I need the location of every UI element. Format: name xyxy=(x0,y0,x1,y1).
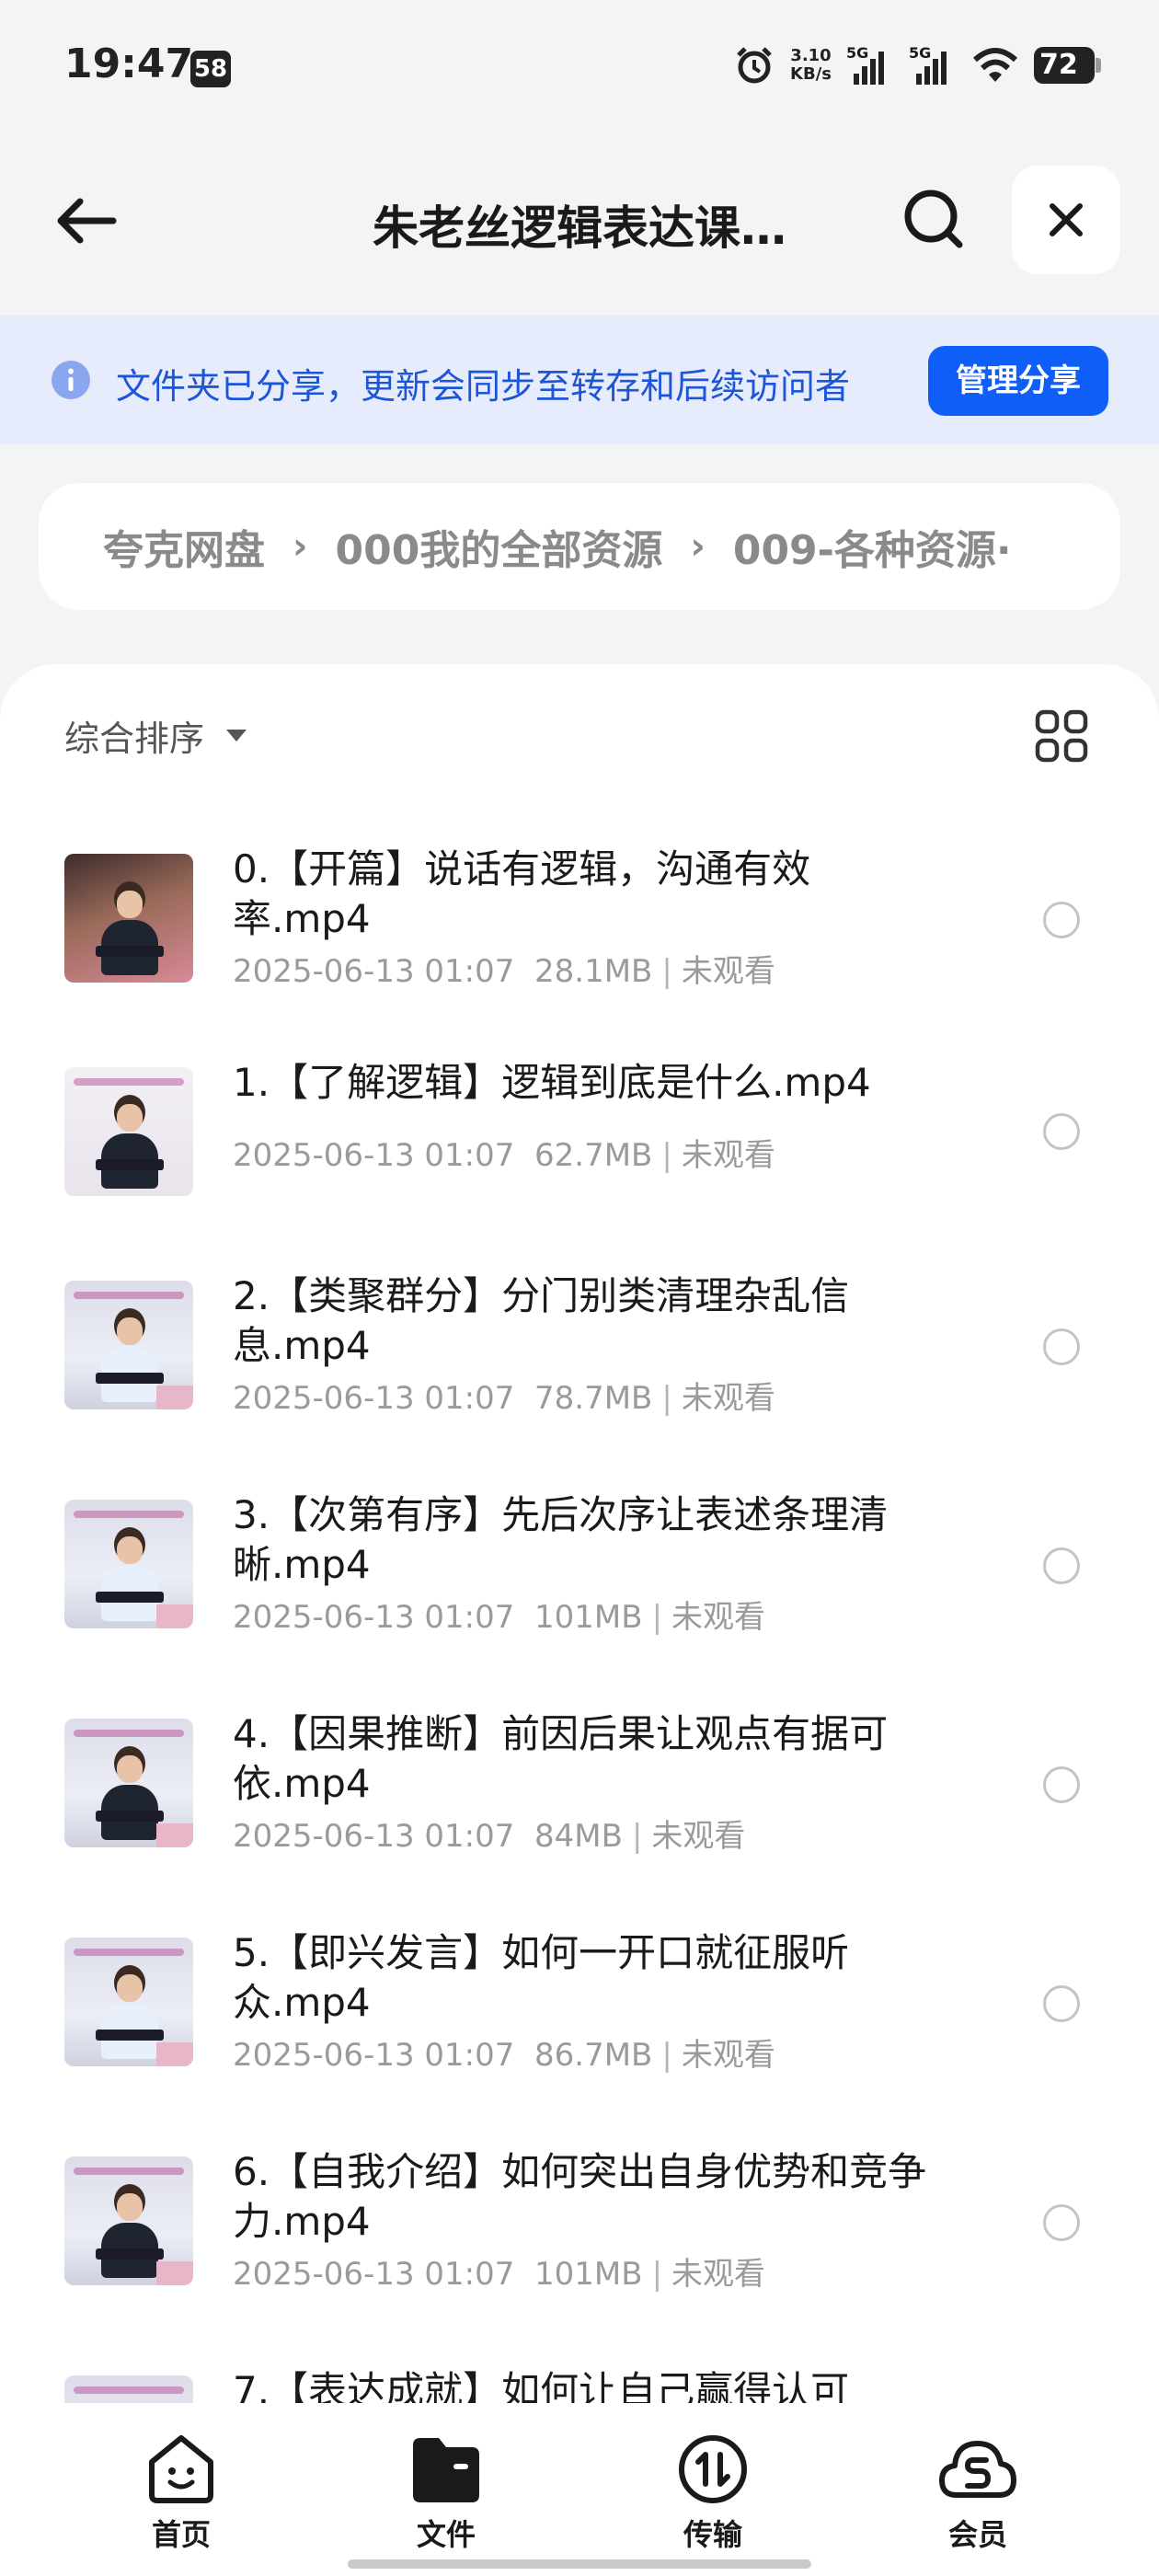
home-indicator[interactable] xyxy=(348,2559,811,2569)
manage-share-button[interactable]: 管理分享 xyxy=(928,346,1108,416)
file-name: 0.【开篇】说话有逻辑，沟通有效率.mp4 xyxy=(233,846,811,941)
chevron-right-icon: › xyxy=(293,525,308,568)
file-row[interactable]: 6.【自我介绍】如何突出自身优势和竞争力.mp4 2025-06-13 01:0… xyxy=(0,2147,1159,2331)
search-button[interactable] xyxy=(897,182,970,256)
breadcrumb-item-current[interactable]: 009-各种资源· xyxy=(733,517,1012,576)
sort-dropdown[interactable]: 综合排序 xyxy=(64,710,247,761)
transfer-icon xyxy=(679,2435,747,2503)
notification-count-badge: 58 xyxy=(190,51,231,87)
video-thumbnail xyxy=(64,1500,193,1628)
navigation-bar: 朱老丝逻辑表达课… xyxy=(0,156,1159,276)
tab-membership[interactable]: 会员 xyxy=(913,2431,1042,2552)
battery-indicator: 72 xyxy=(1034,47,1101,84)
file-row[interactable]: 5.【即兴发言】如何一开口就征服听众.mp4 2025-06-13 01:07 … xyxy=(0,1928,1159,2112)
video-thumbnail xyxy=(64,2156,193,2285)
wifi-icon xyxy=(972,48,1018,82)
bottom-tab-bar: 首页 文件 传输 会员 xyxy=(0,2403,1159,2576)
caret-down-icon xyxy=(226,730,247,742)
signal-5g-icon-2: 5G xyxy=(909,44,957,85)
select-checkbox[interactable] xyxy=(1043,1766,1080,1803)
signal-5g-icon-1: 5G xyxy=(846,44,894,85)
video-thumbnail xyxy=(64,1938,193,2066)
file-name: 3.【次第有序】先后次序让表述条理清晰.mp4 xyxy=(233,1492,889,1587)
share-notice-text: 文件夹已分享，更新会同步至转存和后续访问者 xyxy=(116,366,851,407)
video-thumbnail xyxy=(64,1067,193,1196)
tab-home[interactable]: 首页 xyxy=(117,2431,246,2552)
file-meta: 2025-06-13 01:07 78.7MB | 未观看 xyxy=(233,1380,775,1417)
share-notice-banner: 文件夹已分享，更新会同步至转存和后续访问者 管理分享 xyxy=(0,316,1159,444)
select-checkbox[interactable] xyxy=(1043,902,1080,938)
file-row[interactable]: 3.【次第有序】先后次序让表述条理清晰.mp4 2025-06-13 01:07… xyxy=(0,1490,1159,1674)
select-checkbox[interactable] xyxy=(1043,1113,1080,1150)
breadcrumb: 夸克网盘 › 000我的全部资源 › 009-各种资源· xyxy=(39,483,1120,610)
search-icon xyxy=(904,190,963,248)
file-name: 4.【因果推断】前因后果让观点有据可依.mp4 xyxy=(233,1711,889,1806)
tab-home-label: 首页 xyxy=(151,2517,211,2552)
grid-view-icon[interactable] xyxy=(1034,708,1089,764)
video-thumbnail xyxy=(64,1719,193,1847)
tab-files-label: 文件 xyxy=(416,2517,476,2552)
video-thumbnail xyxy=(64,1281,193,1409)
close-button[interactable] xyxy=(1012,166,1120,274)
cloud-membership-icon xyxy=(939,2441,1016,2498)
file-name: 1.【了解逻辑】逻辑到底是什么.mp4 xyxy=(233,1060,871,1105)
video-thumbnail xyxy=(64,854,193,983)
file-meta: 2025-06-13 01:07 28.1MB | 未观看 xyxy=(233,953,775,990)
file-row[interactable]: 4.【因果推断】前因后果让观点有据可依.mp4 2025-06-13 01:07… xyxy=(0,1709,1159,1893)
file-row[interactable]: 0.【开篇】说话有逻辑，沟通有效率.mp4 2025-06-13 01:07 2… xyxy=(0,845,1159,1029)
tab-transfer[interactable]: 传输 xyxy=(648,2431,777,2552)
file-row[interactable]: 2.【类聚群分】分门别类清理杂乱信息.mp4 2025-06-13 01:07 … xyxy=(0,1271,1159,1455)
file-list-panel: 综合排序 0.【开篇】说话有逻辑，沟通有效率.mp4 2025-06-13 01… xyxy=(0,664,1159,2412)
tab-transfer-label: 传输 xyxy=(683,2517,742,2552)
breadcrumb-item-all-resources[interactable]: 000我的全部资源 xyxy=(335,517,662,576)
close-icon xyxy=(1050,203,1083,236)
breadcrumb-item-root[interactable]: 夸克网盘 xyxy=(103,517,265,576)
select-checkbox[interactable] xyxy=(1043,1547,1080,1584)
tab-files[interactable]: 文件 xyxy=(382,2431,511,2552)
file-meta: 2025-06-13 01:07 86.7MB | 未观看 xyxy=(233,2037,775,2074)
folder-icon xyxy=(413,2438,479,2502)
file-meta: 2025-06-13 01:07 101MB | 未观看 xyxy=(233,2256,766,2293)
select-checkbox[interactable] xyxy=(1043,1985,1080,2022)
tab-membership-label: 会员 xyxy=(947,2517,1007,2552)
chevron-right-icon: › xyxy=(690,525,706,568)
file-name: 2.【类聚群分】分门别类清理杂乱信息.mp4 xyxy=(233,1273,850,1368)
sort-label: 综合排序 xyxy=(64,719,205,759)
file-row[interactable]: 1.【了解逻辑】逻辑到底是什么.mp4 2025-06-13 01:07 62.… xyxy=(0,1058,1159,1242)
file-meta: 2025-06-13 01:07 84MB | 未观看 xyxy=(233,1818,746,1855)
network-speed: 3.10 KB/s xyxy=(790,46,832,84)
file-meta: 2025-06-13 01:07 62.7MB | 未观看 xyxy=(233,1137,775,1174)
select-checkbox[interactable] xyxy=(1043,1328,1080,1365)
info-icon xyxy=(52,361,90,399)
alarm-icon xyxy=(737,47,772,84)
file-name: 5.【即兴发言】如何一开口就征服听众.mp4 xyxy=(233,1930,850,2025)
select-checkbox[interactable] xyxy=(1043,2204,1080,2241)
status-time: 19:47 xyxy=(64,40,194,87)
file-meta: 2025-06-13 01:07 101MB | 未观看 xyxy=(233,1599,766,1636)
status-icons: 3.10 KB/s 5G 5G 72 xyxy=(733,44,1101,86)
file-name: 6.【自我介绍】如何突出自身优势和竞争力.mp4 xyxy=(233,2149,927,2244)
page-title: 朱老丝逻辑表达课… xyxy=(373,201,786,255)
home-smile-icon xyxy=(149,2435,213,2503)
status-bar: 19:47 58 3.10 KB/s 5G 5G 72 xyxy=(0,0,1159,138)
